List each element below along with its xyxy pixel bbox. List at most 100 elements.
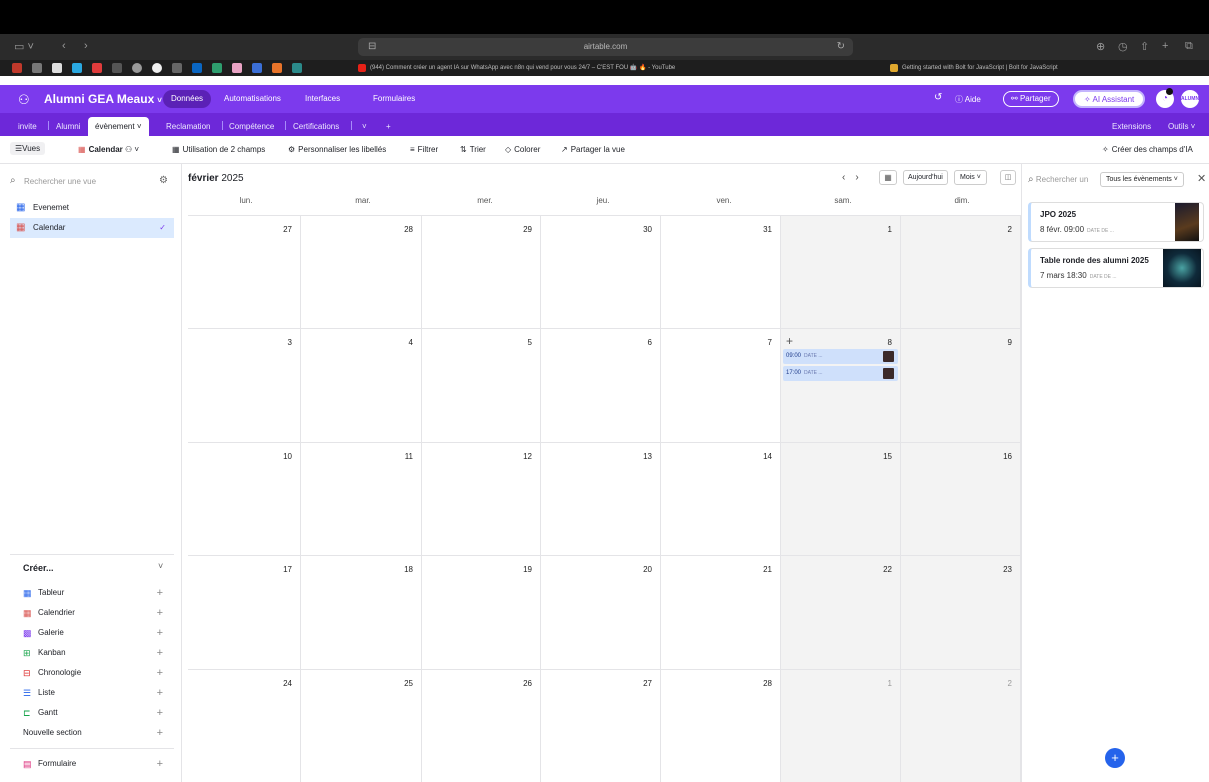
event-card[interactable]: Table ronde des alumni 2025 7 mars 18:30…: [1028, 248, 1204, 288]
create-calendrier[interactable]: ▦ Calendrier +: [23, 604, 173, 622]
calendar-day-cell[interactable]: 10: [188, 442, 301, 557]
tab-overview-icon[interactable]: ⧉: [1185, 40, 1193, 53]
calendar-day-cell[interactable]: 14: [661, 442, 781, 557]
filter-button[interactable]: ≡ Filtrer: [410, 145, 438, 154]
create-chronologie[interactable]: ⊟ Chronologie +: [23, 664, 173, 682]
downloads-icon[interactable]: ⊕: [1096, 40, 1105, 53]
color-button[interactable]: ◇ Colorer: [505, 145, 540, 154]
tab-alumni[interactable]: Alumni: [52, 117, 84, 136]
calendar-day-cell[interactable]: 15: [781, 442, 901, 557]
ai-fields-button[interactable]: ✧ Créer des champs d'IA: [1102, 145, 1193, 154]
date-fields-button[interactable]: ▦ Utilisation de 2 champs: [172, 145, 265, 154]
view-item-evenemet[interactable]: ▦ Evenemet: [10, 198, 174, 218]
sort-button[interactable]: ⇅ Trier: [460, 145, 486, 154]
chevron-down-icon[interactable]: ˅: [158, 561, 163, 571]
bookmark-icon[interactable]: [132, 63, 142, 73]
calendar-day-cell[interactable]: 7: [661, 329, 781, 443]
tab-reclamation[interactable]: Reclamation: [162, 117, 214, 136]
linkedin-icon[interactable]: [192, 63, 202, 73]
gear-icon[interactable]: ⚙: [159, 175, 168, 186]
share-icon[interactable]: ⇧: [1140, 40, 1149, 53]
panel-search-input[interactable]: ⌕ Rechercher un: [1028, 174, 1088, 185]
gmail-icon[interactable]: [12, 63, 22, 73]
calendar-day-cell[interactable]: 25: [301, 669, 422, 782]
calendar-day-cell[interactable]: 9: [901, 329, 1021, 443]
create-tableur[interactable]: ▦ Tableur +: [23, 584, 173, 602]
add-event-button[interactable]: +: [1105, 748, 1125, 768]
add-event-icon[interactable]: +: [786, 334, 793, 348]
create-nouvelle-section[interactable]: Nouvelle section +: [23, 724, 173, 742]
tab-competence[interactable]: Compétence: [225, 117, 278, 136]
bookmark-icon[interactable]: [52, 63, 62, 73]
search-view-input[interactable]: ⌕ Rechercher une vue ⚙: [10, 174, 170, 190]
calendar-day-cell[interactable]: 6: [541, 329, 661, 443]
tab-invite[interactable]: invite: [14, 117, 41, 136]
calendar-day-cell[interactable]: 23: [901, 556, 1021, 670]
view-item-calendar[interactable]: ▦ Calendar ✓: [10, 218, 174, 238]
browser-tab-youtube[interactable]: (944) Comment créer un agent IA sur What…: [356, 60, 776, 76]
calendar-day-cell[interactable]: 5: [422, 329, 541, 443]
share-button[interactable]: ⚯ Partager: [1003, 91, 1059, 107]
base-name[interactable]: Alumni GEA Meaux ˅: [44, 92, 162, 106]
avatar[interactable]: ALUMNI: [1181, 90, 1200, 108]
date-picker-icon[interactable]: ▦: [879, 170, 897, 185]
calendar-day-cell[interactable]: 28: [661, 669, 781, 782]
bookmark-icon[interactable]: [32, 63, 42, 73]
panel-toggle-icon[interactable]: ◫: [1000, 170, 1016, 185]
view-switcher[interactable]: ▦ Calendar ⚇ ˅: [78, 145, 139, 154]
calendar-day-cell[interactable]: 4: [301, 329, 422, 443]
view-mode-dropdown[interactable]: Mois ˅: [954, 170, 987, 185]
views-toggle[interactable]: ☰Vues: [10, 142, 46, 155]
calendar-day-cell[interactable]: 28: [301, 216, 422, 330]
calendar-day-cell[interactable]: 31: [661, 216, 781, 330]
calendar-day-cell[interactable]: 20: [541, 556, 661, 670]
next-month-icon[interactable]: ›: [855, 172, 858, 183]
bookmark-icon[interactable]: [212, 63, 222, 73]
more-tables-icon[interactable]: ˅: [358, 117, 371, 136]
help-button[interactable]: ⓘ Aide: [955, 94, 981, 105]
nav-interfaces[interactable]: Interfaces: [297, 90, 348, 108]
forward-icon[interactable]: ›: [84, 40, 88, 52]
new-tab-icon[interactable]: +: [1162, 40, 1168, 52]
calendar-day-cell[interactable]: 1: [781, 669, 901, 782]
calendar-day-cell[interactable]: 19: [422, 556, 541, 670]
calendar-day-cell[interactable]: 24: [188, 669, 301, 782]
back-icon[interactable]: ‹: [62, 40, 66, 52]
reload-icon[interactable]: ↻: [837, 38, 845, 56]
add-table-icon[interactable]: +: [382, 117, 395, 136]
calendar-day-cell[interactable]: 2: [901, 216, 1021, 330]
events-filter-dropdown[interactable]: Tous les évènements ˅: [1100, 172, 1184, 187]
create-section-title[interactable]: Créer...: [23, 563, 54, 573]
calendar-day-cell[interactable]: 29: [422, 216, 541, 330]
calendar-day-cell[interactable]: 12: [422, 442, 541, 557]
sidebar-toggle-icon[interactable]: ▭ ˅: [14, 40, 34, 53]
calendar-day-cell[interactable]: 13: [541, 442, 661, 557]
github-icon[interactable]: [152, 63, 162, 73]
calendar-day-cell[interactable]: 11: [301, 442, 422, 557]
extensions-button[interactable]: Extensions: [1108, 117, 1155, 136]
browser-tab-bolt[interactable]: Getting started with Bolt for JavaScript…: [888, 60, 1208, 76]
bookmark-icon[interactable]: [172, 63, 182, 73]
create-gantt[interactable]: ⊏ Gantt +: [23, 704, 173, 722]
bookmark-icon[interactable]: [232, 63, 242, 73]
create-liste[interactable]: ☰ Liste +: [23, 684, 173, 702]
bookmark-icon[interactable]: [72, 63, 82, 73]
calendar-day-cell[interactable]: 21: [661, 556, 781, 670]
calendar-event[interactable]: 09:00 DATE ...: [783, 349, 898, 365]
tab-evenement[interactable]: évènement ˅: [88, 117, 149, 136]
nav-donnees[interactable]: Données: [163, 90, 212, 108]
today-button[interactable]: Aujourd'hui: [903, 170, 948, 185]
calendar-day-cell[interactable]: 2: [901, 669, 1021, 782]
event-card[interactable]: JPO 2025 8 févr. 09:00 DATE DE ...: [1028, 202, 1204, 242]
close-icon[interactable]: ✕: [1197, 172, 1206, 185]
previous-month-icon[interactable]: ‹: [842, 172, 845, 183]
nav-automatisations[interactable]: Automatisations: [216, 90, 289, 108]
tools-button[interactable]: Outils ˅: [1164, 117, 1199, 136]
calendar-day-cell[interactable]: 18: [301, 556, 422, 670]
address-bar[interactable]: ⊟ airtable.com ↻: [358, 38, 853, 56]
calendar-day-cell[interactable]: 26: [422, 669, 541, 782]
calendar-day-cell[interactable]: 17: [188, 556, 301, 670]
create-kanban[interactable]: ⊞ Kanban +: [23, 644, 173, 662]
calendar-day-cell[interactable]: 22: [781, 556, 901, 670]
bookmark-icon[interactable]: [112, 63, 122, 73]
